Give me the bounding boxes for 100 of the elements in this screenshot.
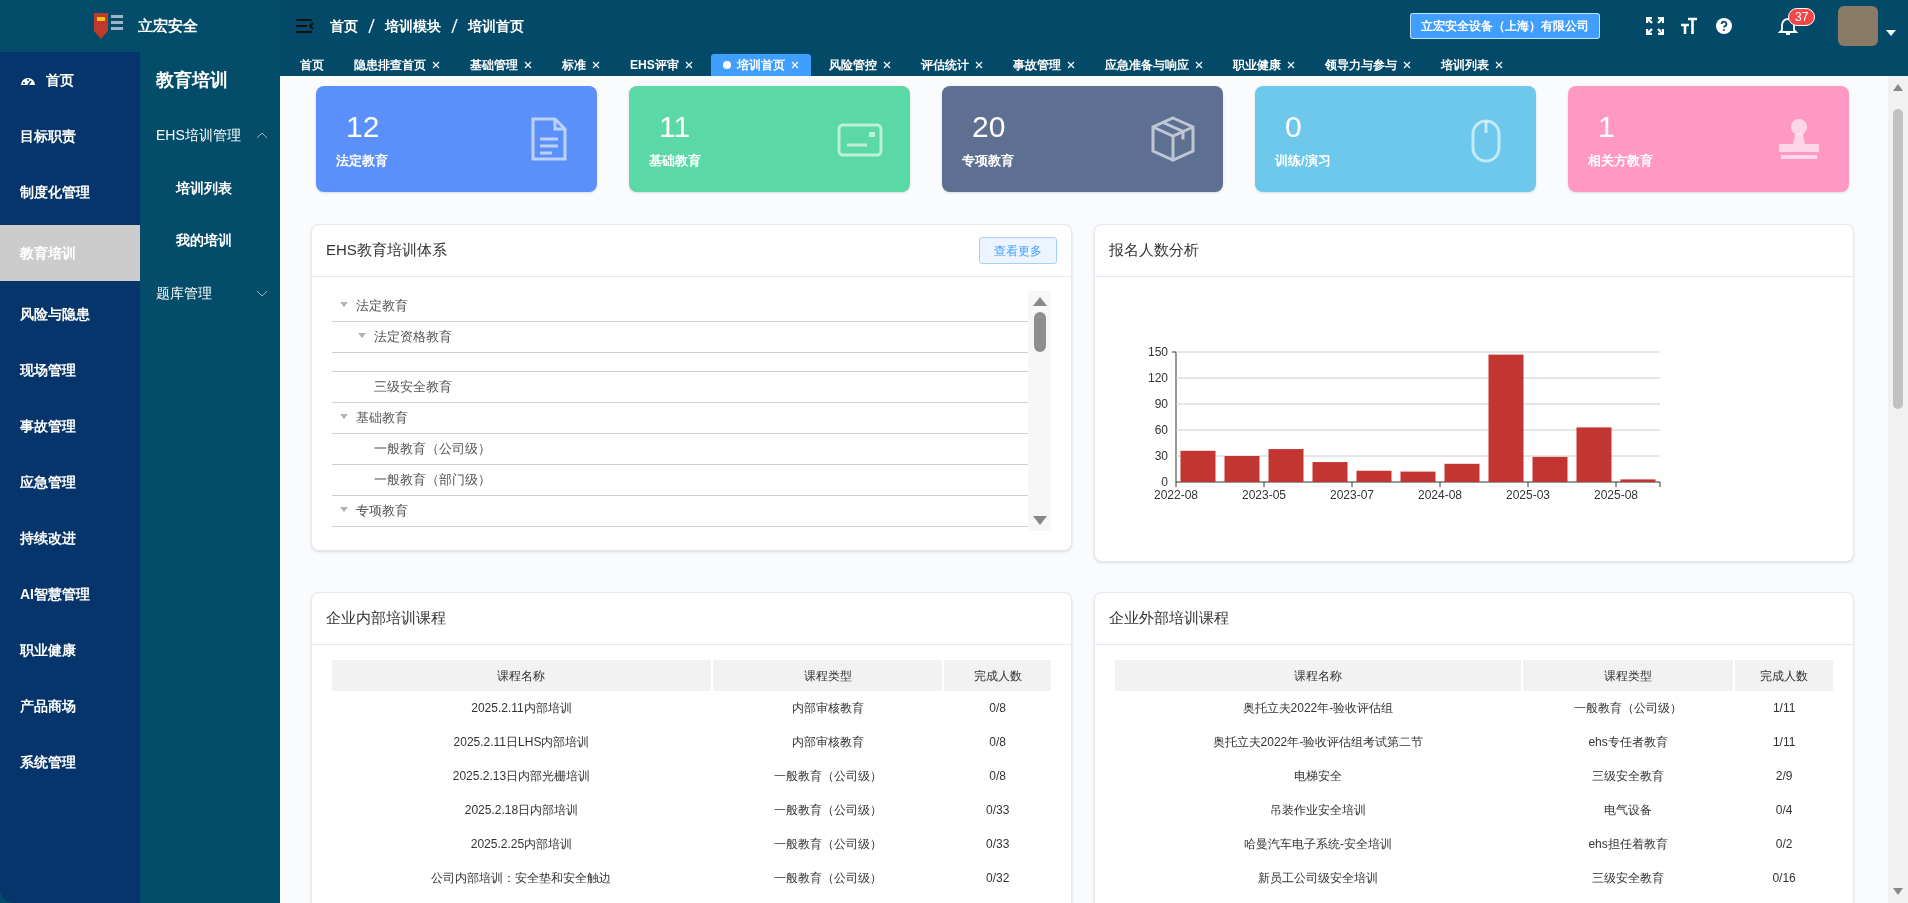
- sidebar-item[interactable]: 首页: [0, 57, 140, 103]
- sidebar-item[interactable]: 职业健康: [0, 627, 140, 673]
- scrollbar-thumb[interactable]: [1893, 109, 1903, 409]
- panel-title: 企业内部培训课程: [326, 608, 446, 629]
- dot-icon: [722, 61, 731, 69]
- tab[interactable]: 事故管理: [1000, 54, 1087, 76]
- panel-title: 报名人数分析: [1109, 240, 1199, 261]
- submenu-group[interactable]: EHS培训管理: [140, 108, 280, 162]
- close-icon[interactable]: [974, 61, 983, 69]
- tree-row[interactable]: 基础教育: [332, 403, 1028, 434]
- fullscreen-icon[interactable]: [1646, 17, 1664, 35]
- close-icon[interactable]: [1194, 61, 1203, 69]
- table-cell-text: 电梯安全: [1292, 768, 1343, 785]
- tree-row[interactable]: 一般教育（部门级）: [332, 465, 1028, 496]
- stat-value: 1: [1597, 109, 1616, 146]
- tab[interactable]: 首页: [288, 54, 336, 76]
- submenu-group[interactable]: 题库管理: [140, 266, 280, 320]
- font-size-icon[interactable]: [1680, 17, 1698, 35]
- table-cell-text: ehs专任者教育: [1587, 734, 1669, 751]
- table-cell-text: 0/4: [1774, 802, 1794, 819]
- scroll-down-icon[interactable]: [1893, 888, 1903, 895]
- close-icon[interactable]: [1066, 61, 1075, 69]
- sidebar-item[interactable]: 系统管理: [0, 739, 140, 785]
- breadcrumb-link[interactable]: 培训首页: [468, 15, 524, 37]
- panel-title: 企业外部培训课程: [1109, 608, 1229, 629]
- sidebar-item[interactable]: 制度化管理: [0, 169, 140, 215]
- table-cell-text: 2025.2.13日内部光栅培训: [451, 768, 592, 785]
- sidebar-item[interactable]: AI智慧管理: [0, 571, 140, 617]
- breadcrumb-link[interactable]: 首页: [330, 15, 358, 37]
- tab[interactable]: 领导力与参与: [1312, 54, 1423, 76]
- tab[interactable]: 基础管理: [458, 54, 544, 76]
- close-icon[interactable]: [1286, 61, 1295, 69]
- sidebar-item[interactable]: 风险与隐患: [0, 291, 140, 337]
- table-cell-text: 哈曼汽车电子系统-安全培训: [1242, 836, 1393, 853]
- breadcrumb-link[interactable]: 培训模块: [385, 15, 441, 37]
- tab[interactable]: EHS评审: [618, 54, 705, 76]
- axis-label: 0: [1161, 475, 1168, 489]
- close-icon[interactable]: [1402, 61, 1411, 69]
- table-cell-text: 内部审核教育: [790, 734, 865, 751]
- help-icon[interactable]: [1716, 18, 1732, 34]
- scrollbar[interactable]: [1028, 291, 1051, 531]
- close-icon[interactable]: [432, 61, 440, 69]
- column-header: 课程类型: [712, 660, 943, 691]
- tab[interactable]: 评估统计: [908, 54, 995, 76]
- tree-row[interactable]: 法定教育: [332, 291, 1028, 322]
- table-cell-text: 2025.2.18日内部培训: [463, 802, 580, 819]
- table-cell-text: 2025.2.25内部培训: [469, 836, 574, 853]
- tree-row[interactable]: 专项教育: [332, 496, 1028, 527]
- tab[interactable]: 培训列表: [1428, 54, 1515, 76]
- close-icon[interactable]: [1494, 61, 1503, 69]
- table-cell-text: 0/32: [984, 870, 1011, 887]
- tab[interactable]: 隐患排查首页: [342, 54, 452, 76]
- table-cell-text: 吊装作业安全培训: [1268, 802, 1367, 819]
- table-cell-text: 2025.2.11日LHS内部培训: [452, 734, 591, 751]
- sidebar-item[interactable]: 目标职责: [0, 113, 140, 159]
- tree-row[interactable]: 三级安全教育: [332, 372, 1028, 403]
- close-icon[interactable]: [882, 61, 891, 69]
- stat-value: 12: [345, 109, 381, 146]
- stat-label: 法定教育: [336, 152, 388, 171]
- scroll-up-icon[interactable]: [1893, 84, 1903, 91]
- sidebar-item[interactable]: 事故管理: [0, 403, 140, 449]
- scroll-down-icon[interactable]: [1032, 516, 1047, 525]
- sidebar-item[interactable]: 产品商场: [0, 683, 140, 729]
- column-header: 完成人数: [1735, 660, 1833, 691]
- axis-label: 60: [1154, 423, 1168, 437]
- sidebar-item[interactable]: 持续改进: [0, 515, 140, 561]
- tab[interactable]: 风险管控: [816, 54, 903, 76]
- scrollbar-thumb[interactable]: [1033, 312, 1046, 352]
- table-cell-text: 三级安全教育: [1591, 768, 1666, 785]
- close-icon[interactable]: [524, 61, 532, 69]
- table-cell-text: 2/9: [1774, 768, 1794, 785]
- caret-icon[interactable]: [1886, 30, 1896, 36]
- stat-label: 相关方教育: [1588, 152, 1653, 171]
- chevron-icon: [256, 131, 268, 139]
- separator-icon: [451, 19, 458, 33]
- scroll-up-icon[interactable]: [1032, 297, 1047, 306]
- panel-title: EHS教育培训体系: [326, 240, 447, 261]
- submenu-item[interactable]: 培训列表: [140, 162, 280, 214]
- table-cell-text: 1/11: [1771, 700, 1797, 717]
- axis-label: 2025-03: [1506, 488, 1550, 502]
- close-icon[interactable]: [592, 61, 600, 69]
- sidebar-item[interactable]: 现场管理: [0, 347, 140, 393]
- tab[interactable]: 标准: [550, 54, 612, 76]
- table-cell-text: 0/8: [988, 734, 1007, 751]
- tab[interactable]: 职业健康: [1220, 54, 1307, 76]
- submenu-item[interactable]: 我的培训: [140, 214, 280, 266]
- table-cell-text: 新员工公司级安全培训: [1256, 870, 1379, 887]
- stat-value: 0: [1284, 109, 1303, 146]
- sidebar-item[interactable]: 应急管理: [0, 459, 140, 505]
- tab[interactable]: 应急准备与响应: [1092, 54, 1215, 76]
- tree-row[interactable]: 一般教育（公司级）: [332, 434, 1028, 465]
- stat-label: 训练/演习: [1275, 152, 1331, 171]
- table-cell-text: 0/16: [1771, 870, 1797, 887]
- close-icon[interactable]: [684, 61, 693, 69]
- stat-card[interactable]: 20 专项教育: [942, 86, 1223, 192]
- page-scrollbar[interactable]: [1888, 76, 1908, 903]
- axis-label: 30: [1154, 449, 1168, 463]
- tree-row[interactable]: 法定资格教育: [332, 322, 1028, 353]
- stat-label: 基础教育: [649, 152, 701, 171]
- chevron-icon: [256, 289, 268, 297]
